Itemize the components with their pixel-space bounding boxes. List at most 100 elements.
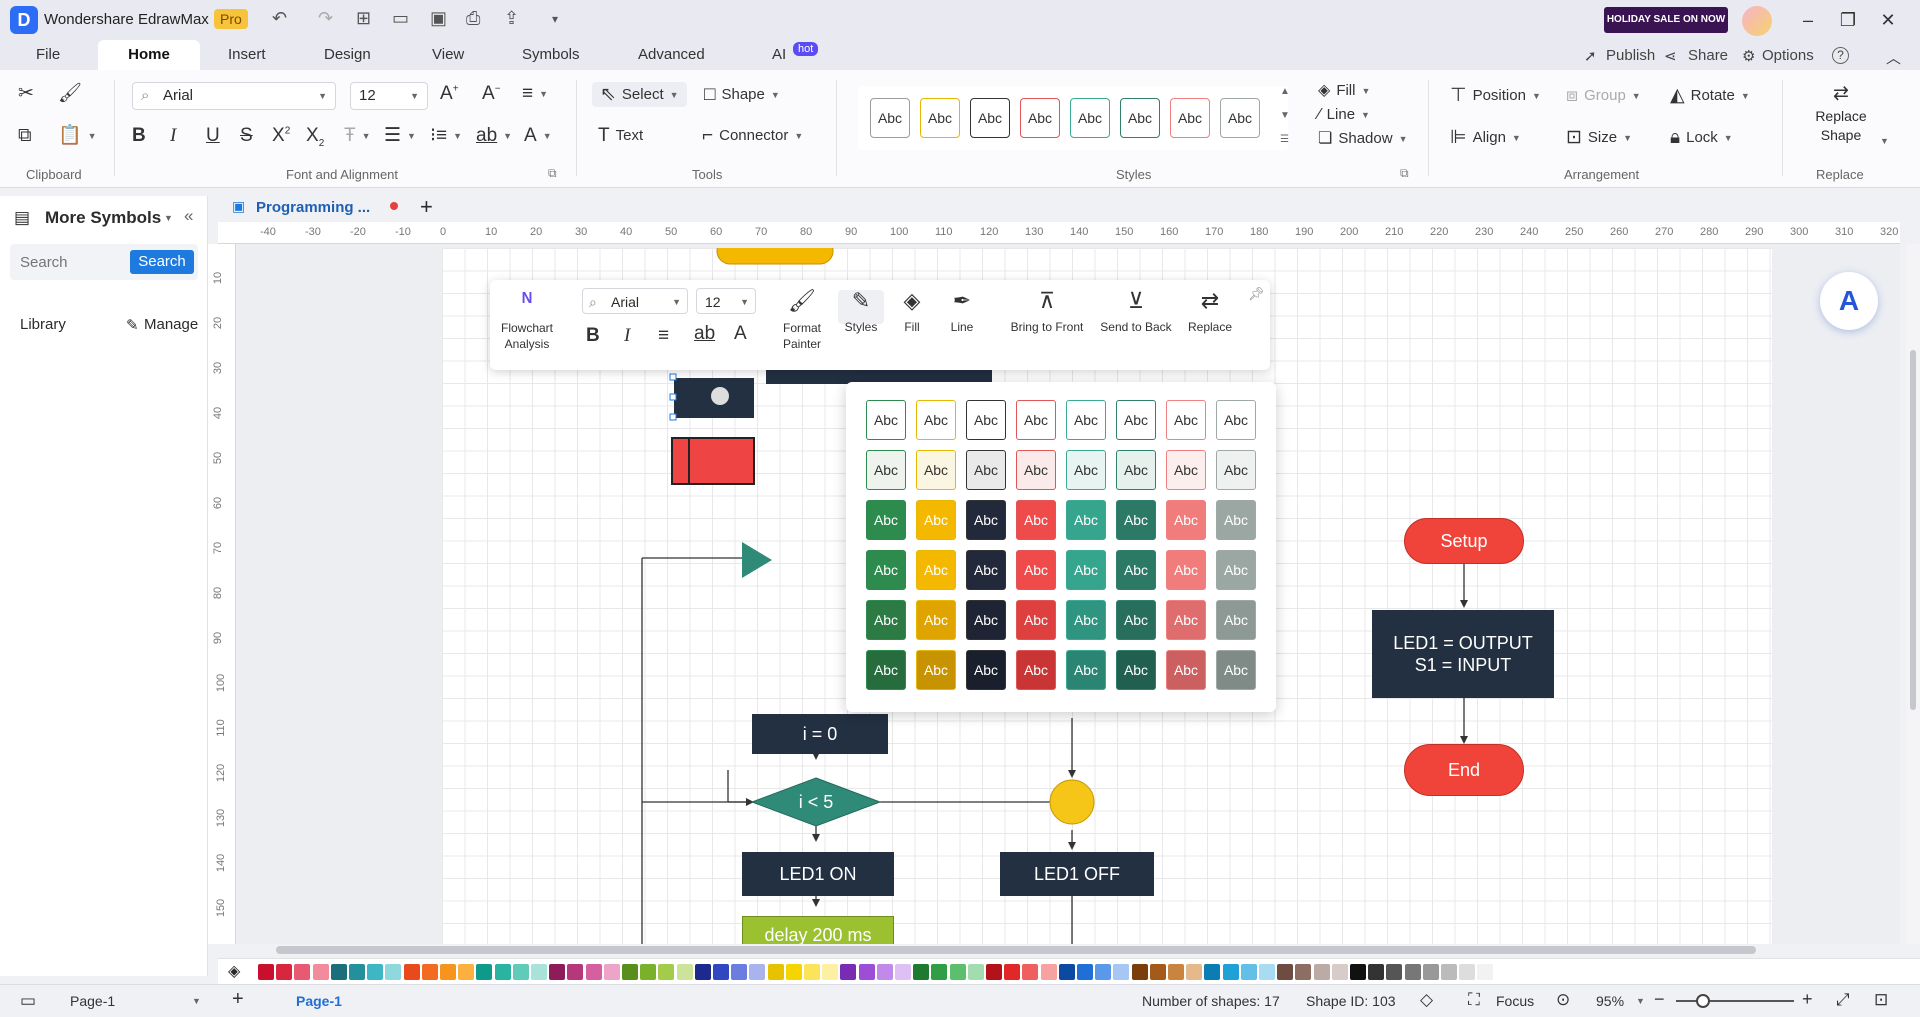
panel-title[interactable]: More Symbols [45, 208, 161, 228]
palette-swatch[interactable] [658, 964, 675, 980]
palette-swatch[interactable] [1131, 964, 1148, 980]
save-icon[interactable]: ▣ [430, 8, 447, 29]
palette-swatch[interactable] [1295, 964, 1312, 980]
style-preset-1[interactable]: Abc [870, 98, 910, 138]
tab-home[interactable]: Home [98, 40, 200, 70]
float-font-select[interactable]: ⌕ Arial ▼ [582, 288, 688, 314]
palette-swatch[interactable] [349, 964, 365, 980]
share-button[interactable]: Share [1688, 47, 1728, 64]
tab-advanced[interactable]: Advanced [626, 40, 717, 70]
style-swatch-r1-c4[interactable]: Abc [1016, 400, 1056, 440]
palette-swatch[interactable] [1259, 964, 1275, 980]
collapse-panel-icon[interactable]: « [184, 206, 193, 226]
palette-swatch[interactable] [967, 964, 984, 980]
palette-swatch[interactable] [622, 964, 638, 980]
align-button[interactable]: ⊫ Align ▼ [1450, 128, 1521, 147]
palette-swatch[interactable] [1095, 964, 1112, 980]
palette-swatch[interactable] [476, 964, 493, 980]
position-button[interactable]: ⊤ Position ▼ [1450, 86, 1541, 105]
end-terminator[interactable]: End [1404, 744, 1524, 796]
style-swatch-r4-c6[interactable]: Abc [1116, 550, 1156, 590]
palette-swatch[interactable] [294, 964, 311, 980]
page-panel-icon[interactable]: ▭ [20, 991, 36, 1011]
styles-button[interactable]: ✎ Styles [838, 290, 884, 334]
size-button[interactable]: ⊡ Size ▼ [1566, 128, 1632, 147]
strikethrough-icon[interactable]: S [240, 126, 253, 145]
style-swatch-r2-c5[interactable]: Abc [1066, 450, 1106, 490]
focus-icon[interactable]: ⛶ [1468, 990, 1480, 1010]
palette-swatch[interactable] [1386, 964, 1403, 980]
tab-ai[interactable]: AI [760, 40, 798, 70]
add-tab-button[interactable]: + [420, 194, 433, 220]
palette-swatch[interactable] [603, 964, 620, 980]
scroll-thumb[interactable] [1910, 350, 1916, 710]
close-button[interactable]: ✕ [1868, 6, 1908, 34]
superscript-icon[interactable]: X2 [272, 126, 290, 145]
style-swatch-r3-c8[interactable]: Abc [1216, 500, 1256, 540]
palette-swatch[interactable] [549, 964, 566, 980]
send-to-back-button[interactable]: ⊻ Send to Back [1096, 290, 1176, 335]
palette-swatch[interactable] [676, 964, 693, 980]
tab-design[interactable]: Design [312, 40, 383, 70]
dialog-launcher-icon[interactable]: ⧉ [548, 166, 557, 181]
text-highlight-icon[interactable]: ab ▼ [476, 126, 512, 145]
line-button[interactable]: ⁄ Line ▼ [1318, 106, 1370, 123]
style-swatch-r5-c4[interactable]: Abc [1016, 600, 1056, 640]
search-input[interactable] [20, 250, 130, 274]
publish-button[interactable]: Publish [1606, 47, 1655, 64]
palette-swatch[interactable] [312, 964, 329, 980]
float-size-select[interactable]: 12 ▼ [696, 288, 756, 314]
style-swatch-r5-c8[interactable]: Abc [1216, 600, 1256, 640]
tab-symbols[interactable]: Symbols [510, 40, 592, 70]
style-swatch-r4-c8[interactable]: Abc [1216, 550, 1256, 590]
page-tab[interactable]: Page-1 [296, 993, 342, 1009]
style-swatch-r2-c4[interactable]: Abc [1016, 450, 1056, 490]
led-off-shape[interactable]: LED1 OFF [1000, 852, 1154, 896]
style-swatch-r3-c2[interactable]: Abc [916, 500, 956, 540]
style-preset-4[interactable]: Abc [1020, 98, 1060, 138]
style-swatch-r6-c2[interactable]: Abc [916, 650, 956, 690]
style-swatch-r6-c5[interactable]: Abc [1066, 650, 1106, 690]
palette-swatch[interactable] [1186, 964, 1203, 980]
palette-swatch[interactable] [567, 964, 584, 980]
palette-swatch[interactable] [1113, 964, 1130, 980]
style-preset-8[interactable]: Abc [1220, 98, 1260, 138]
highlight-icon[interactable]: ab [694, 324, 715, 343]
chevron-down-icon[interactable]: ▼ [1636, 996, 1645, 1006]
search-button[interactable]: Search [130, 250, 194, 274]
chevron-down-icon[interactable]: ▼ [1880, 136, 1889, 146]
palette-swatch[interactable] [1058, 964, 1075, 980]
fill-bucket-icon[interactable]: ◈ [228, 961, 240, 981]
style-swatch-r4-c1[interactable]: Abc [866, 550, 906, 590]
palette-swatch[interactable] [986, 964, 1002, 980]
palette-swatch[interactable] [1404, 964, 1421, 980]
palette-swatch[interactable] [713, 964, 729, 980]
palette-swatch[interactable] [367, 964, 384, 980]
loop-condition-shape[interactable]: i < 5 [752, 786, 880, 818]
select-tool-button[interactable]: ⇖ Select ▼ [592, 82, 687, 107]
customize-quick-access-icon[interactable]: ▾ [552, 12, 558, 26]
style-swatch-r6-c1[interactable]: Abc [866, 650, 906, 690]
manage-button[interactable]: Manage [144, 316, 198, 333]
replace-shape-button[interactable]: ⇄ Replace Shape [1806, 84, 1876, 145]
init-counter-shape[interactable]: i = 0 [752, 714, 888, 754]
palette-swatch[interactable] [876, 964, 893, 980]
style-swatch-r4-c3[interactable]: Abc [966, 550, 1006, 590]
style-swatch-r4-c7[interactable]: Abc [1166, 550, 1206, 590]
copy-icon[interactable]: ⧉ [18, 126, 32, 145]
palette-swatch[interactable] [840, 964, 857, 980]
line-spacing-icon[interactable]: ☰ ▼ [384, 126, 416, 145]
scroll-thumb[interactable] [276, 946, 1756, 954]
palette-swatch[interactable] [531, 964, 547, 980]
palette-swatch[interactable] [1368, 964, 1385, 980]
publish-icon[interactable]: ➚ [1584, 47, 1597, 65]
style-swatch-r2-c2[interactable]: Abc [916, 450, 956, 490]
bullet-list-icon[interactable]: ⁝≡ ▼ [430, 126, 462, 145]
style-swatch-r5-c3[interactable]: Abc [966, 600, 1006, 640]
italic-icon[interactable]: I [624, 326, 630, 345]
gallery-up-icon[interactable]: ▲ [1280, 86, 1290, 97]
style-swatch-r5-c5[interactable]: Abc [1066, 600, 1106, 640]
palette-swatch[interactable] [1004, 964, 1021, 980]
export-icon[interactable]: ⇪ [504, 8, 519, 29]
palette-swatch[interactable] [458, 964, 475, 980]
